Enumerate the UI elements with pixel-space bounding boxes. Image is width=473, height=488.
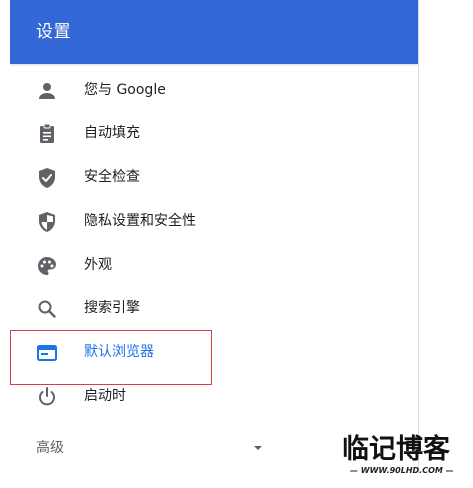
sidebar-item-label: 外观 — [84, 257, 112, 273]
advanced-label: 高级 — [36, 440, 64, 456]
sidebar-item-on-startup[interactable]: 启动时 — [10, 375, 418, 418]
person-icon — [35, 79, 59, 103]
watermark-logo: 临记博客 — WWW.90LHD.COM — — [340, 428, 468, 480]
power-icon — [35, 385, 59, 409]
sidebar-item-safety-check[interactable]: 安全检查 — [10, 156, 418, 199]
svg-text:临记博客: 临记博客 — [342, 433, 451, 465]
sidebar-item-default-browser[interactable]: 默认浏览器 — [10, 331, 418, 374]
browser-icon — [35, 341, 59, 365]
sidebar-item-label: 默认浏览器 — [84, 344, 154, 360]
sidebar-item-label: 您与 Google — [84, 82, 166, 98]
svg-text:— WWW.90LHD.COM —: — WWW.90LHD.COM — — [350, 466, 454, 475]
palette-icon — [35, 254, 59, 278]
search-icon — [35, 297, 59, 321]
clipboard-icon — [35, 122, 59, 146]
sidebar-item-label: 自动填充 — [84, 125, 140, 141]
sidebar-item-privacy[interactable]: 隐私设置和安全性 — [10, 200, 418, 243]
sidebar-item-you-and-google[interactable]: 您与 Google — [10, 69, 418, 112]
sidebar-item-label: 搜索引擎 — [84, 300, 140, 316]
page-title: 设置 — [36, 22, 71, 42]
sidebar-item-autofill[interactable]: 自动填充 — [10, 112, 418, 155]
sidebar-item-search-engine[interactable]: 搜索引擎 — [10, 287, 418, 330]
settings-header: 设置 — [10, 0, 418, 64]
sidebar-item-appearance[interactable]: 外观 — [10, 244, 418, 287]
chevron-down-icon — [248, 438, 268, 458]
shield-check-icon — [35, 166, 59, 190]
settings-window: 设置 您与 Google 自动填充 安全检查 隐私设置和安全性 外观 搜索引擎 … — [10, 0, 419, 473]
sidebar-item-label: 隐私设置和安全性 — [84, 213, 196, 229]
sidebar-item-label: 安全检查 — [84, 169, 140, 185]
sidebar-item-label: 启动时 — [84, 388, 126, 404]
shield-privacy-icon — [35, 210, 59, 234]
